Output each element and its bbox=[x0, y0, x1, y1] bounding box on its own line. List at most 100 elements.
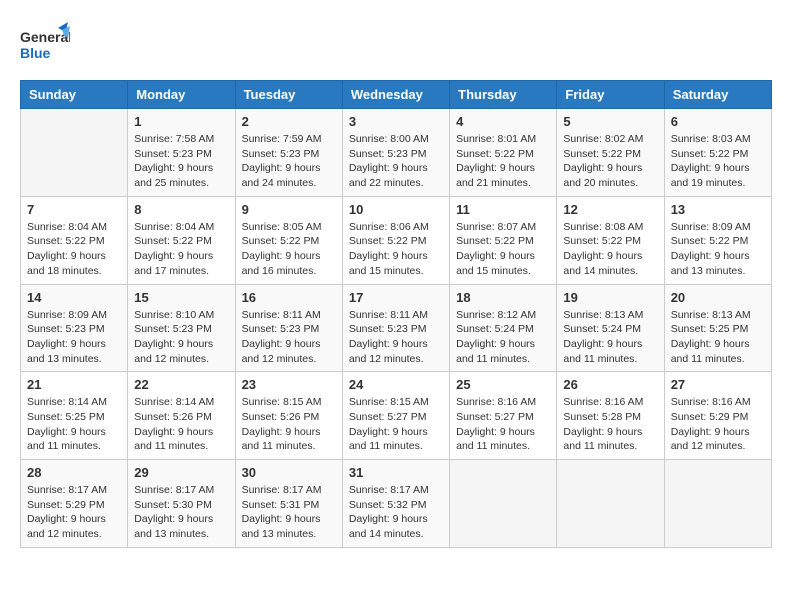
day-number: 21 bbox=[27, 377, 121, 392]
day-number: 29 bbox=[134, 465, 228, 480]
day-number: 30 bbox=[242, 465, 336, 480]
calendar-cell: 14 Sunrise: 8:09 AMSunset: 5:23 PMDaylig… bbox=[21, 284, 128, 372]
day-number: 14 bbox=[27, 290, 121, 305]
day-number: 3 bbox=[349, 114, 443, 129]
calendar-cell: 17 Sunrise: 8:11 AMSunset: 5:23 PMDaylig… bbox=[342, 284, 449, 372]
day-info: Sunrise: 8:03 AMSunset: 5:22 PMDaylight:… bbox=[671, 133, 751, 189]
day-number: 15 bbox=[134, 290, 228, 305]
calendar-cell: 11 Sunrise: 8:07 AMSunset: 5:22 PMDaylig… bbox=[450, 196, 557, 284]
calendar-header-row: SundayMondayTuesdayWednesdayThursdayFrid… bbox=[21, 81, 772, 109]
day-header-thursday: Thursday bbox=[450, 81, 557, 109]
day-info: Sunrise: 8:13 AMSunset: 5:24 PMDaylight:… bbox=[563, 309, 643, 365]
day-info: Sunrise: 8:16 AMSunset: 5:27 PMDaylight:… bbox=[456, 396, 536, 452]
day-number: 13 bbox=[671, 202, 765, 217]
day-number: 17 bbox=[349, 290, 443, 305]
day-header-tuesday: Tuesday bbox=[235, 81, 342, 109]
calendar-cell: 3 Sunrise: 8:00 AMSunset: 5:23 PMDayligh… bbox=[342, 109, 449, 197]
day-info: Sunrise: 8:11 AMSunset: 5:23 PMDaylight:… bbox=[349, 309, 428, 365]
calendar-week-row: 1 Sunrise: 7:58 AMSunset: 5:23 PMDayligh… bbox=[21, 109, 772, 197]
day-info: Sunrise: 8:09 AMSunset: 5:23 PMDaylight:… bbox=[27, 309, 107, 365]
day-header-friday: Friday bbox=[557, 81, 664, 109]
svg-text:Blue: Blue bbox=[20, 45, 51, 61]
calendar-cell: 24 Sunrise: 8:15 AMSunset: 5:27 PMDaylig… bbox=[342, 372, 449, 460]
calendar-cell: 31 Sunrise: 8:17 AMSunset: 5:32 PMDaylig… bbox=[342, 460, 449, 548]
day-info: Sunrise: 8:15 AMSunset: 5:26 PMDaylight:… bbox=[242, 396, 322, 452]
day-info: Sunrise: 8:05 AMSunset: 5:22 PMDaylight:… bbox=[242, 221, 322, 277]
day-header-wednesday: Wednesday bbox=[342, 81, 449, 109]
day-number: 25 bbox=[456, 377, 550, 392]
day-number: 9 bbox=[242, 202, 336, 217]
calendar-cell: 6 Sunrise: 8:03 AMSunset: 5:22 PMDayligh… bbox=[664, 109, 771, 197]
calendar-cell: 12 Sunrise: 8:08 AMSunset: 5:22 PMDaylig… bbox=[557, 196, 664, 284]
day-number: 4 bbox=[456, 114, 550, 129]
day-info: Sunrise: 7:58 AMSunset: 5:23 PMDaylight:… bbox=[134, 133, 214, 189]
calendar-cell: 28 Sunrise: 8:17 AMSunset: 5:29 PMDaylig… bbox=[21, 460, 128, 548]
calendar-cell: 10 Sunrise: 8:06 AMSunset: 5:22 PMDaylig… bbox=[342, 196, 449, 284]
day-number: 2 bbox=[242, 114, 336, 129]
day-header-saturday: Saturday bbox=[664, 81, 771, 109]
day-number: 11 bbox=[456, 202, 550, 217]
day-number: 10 bbox=[349, 202, 443, 217]
logo: General Blue bbox=[20, 20, 70, 70]
day-info: Sunrise: 7:59 AMSunset: 5:23 PMDaylight:… bbox=[242, 133, 322, 189]
day-info: Sunrise: 8:02 AMSunset: 5:22 PMDaylight:… bbox=[563, 133, 643, 189]
day-info: Sunrise: 8:16 AMSunset: 5:28 PMDaylight:… bbox=[563, 396, 643, 452]
calendar-cell bbox=[664, 460, 771, 548]
day-info: Sunrise: 8:15 AMSunset: 5:27 PMDaylight:… bbox=[349, 396, 429, 452]
calendar-cell: 13 Sunrise: 8:09 AMSunset: 5:22 PMDaylig… bbox=[664, 196, 771, 284]
day-number: 20 bbox=[671, 290, 765, 305]
page-header: General Blue bbox=[20, 20, 772, 70]
day-number: 31 bbox=[349, 465, 443, 480]
calendar-cell: 20 Sunrise: 8:13 AMSunset: 5:25 PMDaylig… bbox=[664, 284, 771, 372]
day-info: Sunrise: 8:06 AMSunset: 5:22 PMDaylight:… bbox=[349, 221, 429, 277]
calendar-cell: 15 Sunrise: 8:10 AMSunset: 5:23 PMDaylig… bbox=[128, 284, 235, 372]
day-header-sunday: Sunday bbox=[21, 81, 128, 109]
day-number: 6 bbox=[671, 114, 765, 129]
calendar-cell bbox=[21, 109, 128, 197]
calendar-cell: 2 Sunrise: 7:59 AMSunset: 5:23 PMDayligh… bbox=[235, 109, 342, 197]
day-info: Sunrise: 8:16 AMSunset: 5:29 PMDaylight:… bbox=[671, 396, 751, 452]
day-info: Sunrise: 8:04 AMSunset: 5:22 PMDaylight:… bbox=[27, 221, 107, 277]
day-number: 24 bbox=[349, 377, 443, 392]
day-info: Sunrise: 8:04 AMSunset: 5:22 PMDaylight:… bbox=[134, 221, 214, 277]
day-number: 8 bbox=[134, 202, 228, 217]
calendar-cell: 16 Sunrise: 8:11 AMSunset: 5:23 PMDaylig… bbox=[235, 284, 342, 372]
day-number: 5 bbox=[563, 114, 657, 129]
day-number: 23 bbox=[242, 377, 336, 392]
day-number: 26 bbox=[563, 377, 657, 392]
day-info: Sunrise: 8:17 AMSunset: 5:30 PMDaylight:… bbox=[134, 484, 214, 540]
day-info: Sunrise: 8:12 AMSunset: 5:24 PMDaylight:… bbox=[456, 309, 536, 365]
calendar-cell: 23 Sunrise: 8:15 AMSunset: 5:26 PMDaylig… bbox=[235, 372, 342, 460]
day-info: Sunrise: 8:17 AMSunset: 5:29 PMDaylight:… bbox=[27, 484, 107, 540]
calendar-cell: 19 Sunrise: 8:13 AMSunset: 5:24 PMDaylig… bbox=[557, 284, 664, 372]
calendar-cell: 4 Sunrise: 8:01 AMSunset: 5:22 PMDayligh… bbox=[450, 109, 557, 197]
calendar-cell: 21 Sunrise: 8:14 AMSunset: 5:25 PMDaylig… bbox=[21, 372, 128, 460]
day-header-monday: Monday bbox=[128, 81, 235, 109]
calendar-cell: 30 Sunrise: 8:17 AMSunset: 5:31 PMDaylig… bbox=[235, 460, 342, 548]
day-info: Sunrise: 8:14 AMSunset: 5:25 PMDaylight:… bbox=[27, 396, 107, 452]
day-number: 28 bbox=[27, 465, 121, 480]
calendar-week-row: 7 Sunrise: 8:04 AMSunset: 5:22 PMDayligh… bbox=[21, 196, 772, 284]
calendar-cell: 8 Sunrise: 8:04 AMSunset: 5:22 PMDayligh… bbox=[128, 196, 235, 284]
day-info: Sunrise: 8:13 AMSunset: 5:25 PMDaylight:… bbox=[671, 309, 751, 365]
logo-icon: General Blue bbox=[20, 20, 70, 70]
calendar-cell: 29 Sunrise: 8:17 AMSunset: 5:30 PMDaylig… bbox=[128, 460, 235, 548]
day-info: Sunrise: 8:14 AMSunset: 5:26 PMDaylight:… bbox=[134, 396, 214, 452]
calendar-cell: 22 Sunrise: 8:14 AMSunset: 5:26 PMDaylig… bbox=[128, 372, 235, 460]
calendar-cell: 25 Sunrise: 8:16 AMSunset: 5:27 PMDaylig… bbox=[450, 372, 557, 460]
day-info: Sunrise: 8:10 AMSunset: 5:23 PMDaylight:… bbox=[134, 309, 214, 365]
day-number: 22 bbox=[134, 377, 228, 392]
calendar-table: SundayMondayTuesdayWednesdayThursdayFrid… bbox=[20, 80, 772, 548]
calendar-week-row: 14 Sunrise: 8:09 AMSunset: 5:23 PMDaylig… bbox=[21, 284, 772, 372]
day-info: Sunrise: 8:17 AMSunset: 5:31 PMDaylight:… bbox=[242, 484, 322, 540]
day-info: Sunrise: 8:01 AMSunset: 5:22 PMDaylight:… bbox=[456, 133, 536, 189]
day-number: 1 bbox=[134, 114, 228, 129]
day-info: Sunrise: 8:00 AMSunset: 5:23 PMDaylight:… bbox=[349, 133, 429, 189]
day-number: 18 bbox=[456, 290, 550, 305]
day-number: 27 bbox=[671, 377, 765, 392]
calendar-cell: 7 Sunrise: 8:04 AMSunset: 5:22 PMDayligh… bbox=[21, 196, 128, 284]
calendar-week-row: 28 Sunrise: 8:17 AMSunset: 5:29 PMDaylig… bbox=[21, 460, 772, 548]
calendar-cell: 1 Sunrise: 7:58 AMSunset: 5:23 PMDayligh… bbox=[128, 109, 235, 197]
day-info: Sunrise: 8:11 AMSunset: 5:23 PMDaylight:… bbox=[242, 309, 321, 365]
calendar-cell bbox=[557, 460, 664, 548]
